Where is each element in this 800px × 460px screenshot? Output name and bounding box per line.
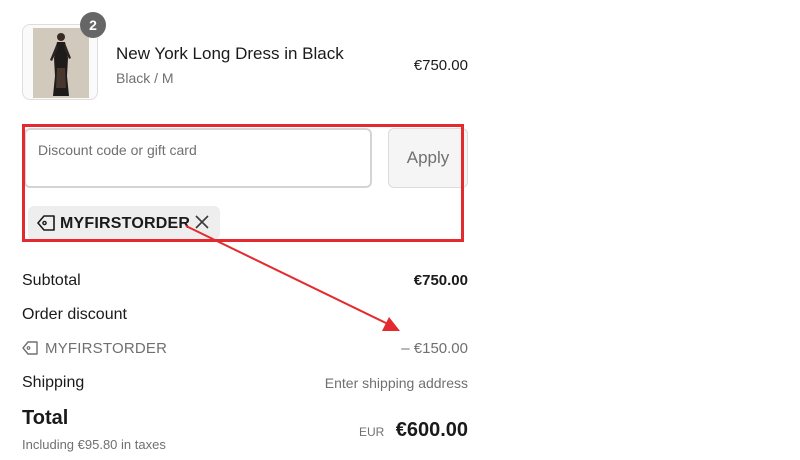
- product-name: New York Long Dress in Black: [116, 44, 344, 63]
- tax-note: Including €95.80 in taxes: [22, 437, 166, 452]
- annotation-highlight-box: [22, 124, 464, 242]
- quantity-badge: 2: [80, 12, 106, 38]
- subtotal-label: Subtotal: [22, 272, 81, 289]
- total-label: Total: [22, 407, 69, 429]
- order-discount-label: Order discount: [22, 306, 127, 323]
- shipping-value: Enter shipping address: [324, 375, 468, 391]
- currency-code: EUR: [359, 425, 385, 439]
- order-discount-value: – €150.00: [401, 340, 468, 357]
- product-price: €750.00: [413, 57, 468, 74]
- discount-tag-icon: [22, 341, 38, 355]
- total-value: €600.00: [395, 419, 468, 441]
- subtotal-value: €750.00: [413, 272, 468, 289]
- dress-photo: [33, 28, 89, 98]
- product-variant: Black / M: [116, 70, 174, 86]
- order-discount-code: MYFIRSTORDER: [45, 340, 168, 357]
- shipping-label: Shipping: [22, 374, 85, 391]
